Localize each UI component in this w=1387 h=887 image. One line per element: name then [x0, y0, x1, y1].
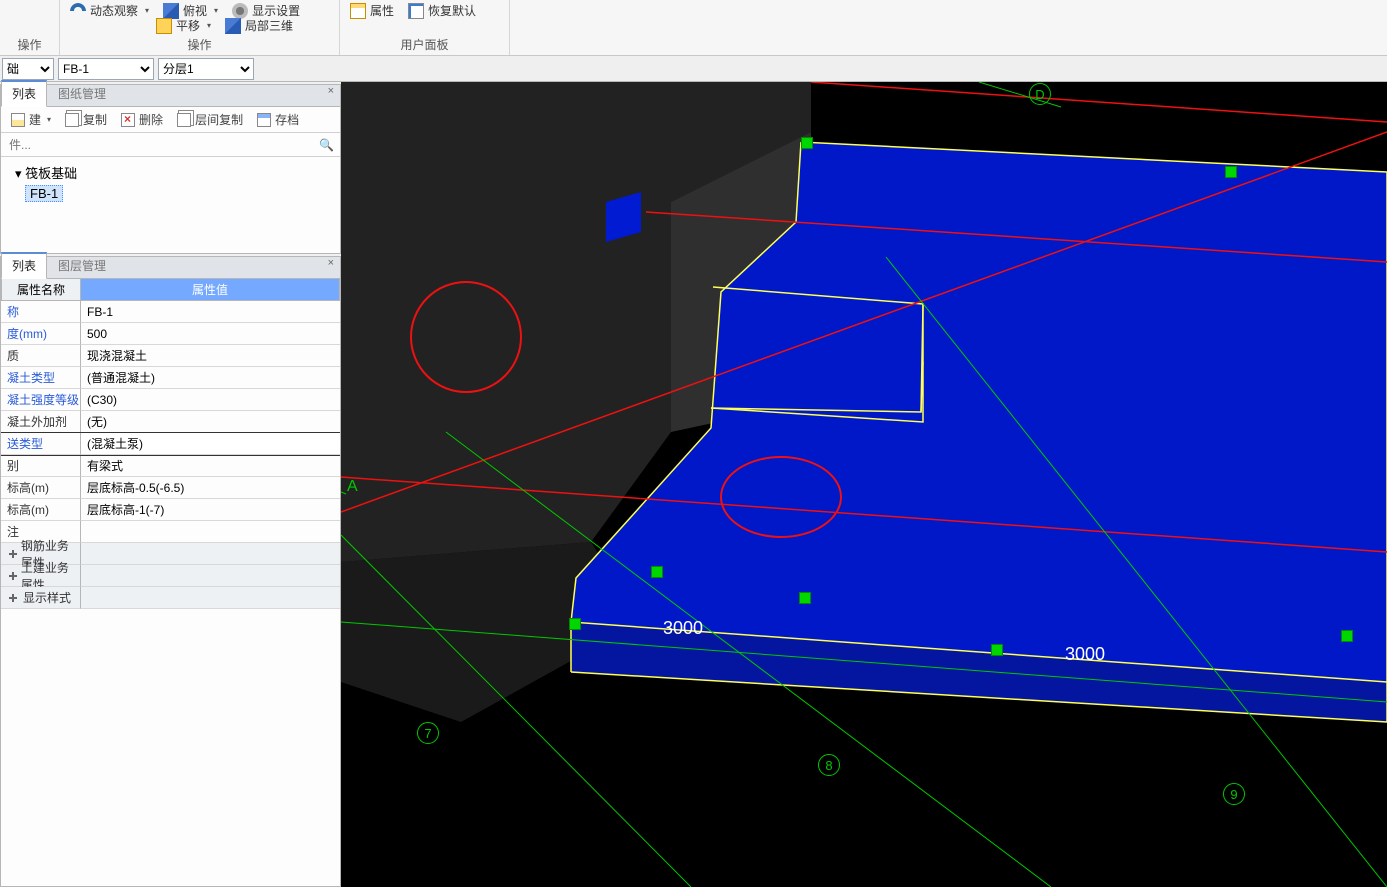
new-icon — [11, 113, 25, 127]
tree-root[interactable]: ▾ 筏板基础 — [7, 161, 334, 184]
prop-name: 别 — [1, 455, 81, 477]
prop-group-value — [81, 565, 340, 587]
search-icon[interactable]: 🔍 — [319, 138, 334, 152]
prop-row[interactable]: 质现浇混凝土 — [1, 345, 340, 367]
prop-row[interactable]: 称FB-1 — [1, 301, 340, 323]
prop-value[interactable]: FB-1 — [81, 301, 340, 323]
expand-icon[interactable] — [7, 570, 17, 582]
tab-layer-manage[interactable]: 图层管理 — [47, 253, 117, 278]
grip[interactable] — [991, 644, 1003, 656]
prop-name: 凝土外加剂 — [1, 411, 81, 433]
select-layer[interactable]: 分层1 — [158, 58, 254, 80]
prop-value[interactable]: (混凝土泵) — [81, 433, 340, 455]
close-icon[interactable]: × — [324, 257, 338, 269]
prop-value[interactable]: 层底标高-1(-7) — [81, 499, 340, 521]
btn-floor-copy[interactable]: 层间复制 — [171, 109, 249, 130]
grip[interactable] — [1341, 630, 1353, 642]
refresh-icon — [70, 3, 86, 19]
axis-bubble-d: D — [1029, 83, 1051, 105]
grip[interactable] — [569, 618, 581, 630]
grip[interactable] — [801, 137, 813, 149]
prop-row[interactable]: 送类型(混凝土泵) — [1, 433, 340, 455]
prop-name: 度(mm) — [1, 323, 81, 345]
prop-header-name: 属性名称 — [1, 279, 81, 301]
grip[interactable] — [1225, 166, 1237, 178]
btn-reset-default[interactable]: 恢复默认 — [408, 2, 476, 19]
delete-icon — [121, 113, 135, 127]
dimension-2: 3000 — [1065, 644, 1105, 665]
prop-value[interactable]: 现浇混凝土 — [81, 345, 340, 367]
axis-label-a: A — [347, 478, 358, 496]
prop-group[interactable]: 土建业务属性 — [1, 565, 340, 587]
prop-row[interactable]: 标高(m)层底标高-0.5(-6.5) — [1, 477, 340, 499]
prop-value[interactable]: (C30) — [81, 389, 340, 411]
toolbar-selects: 础 FB-1 分层1 — [0, 56, 1387, 82]
floorcopy-icon — [177, 113, 191, 127]
select-component[interactable]: FB-1 — [58, 58, 154, 80]
axis-bubble-7: 7 — [417, 722, 439, 744]
ribbon-group-ops0: 操作 — [10, 34, 49, 53]
prop-value[interactable]: (普通混凝土) — [81, 367, 340, 389]
btn-delete[interactable]: 删除 — [115, 109, 169, 130]
properties-icon — [350, 3, 366, 19]
prop-row[interactable]: 凝土强度等级(C30) — [1, 389, 340, 411]
panel-properties: 列表 图层管理 × 属性名称 属性值 称FB-1度(mm)500质现浇混凝土凝土… — [0, 256, 341, 887]
grip[interactable] — [651, 566, 663, 578]
btn-pan[interactable]: 平移 — [156, 17, 211, 34]
prop-name: 标高(m) — [1, 499, 81, 521]
ribbon-group-ops: 操作 — [70, 34, 329, 53]
btn-local3d[interactable]: 局部三维 — [225, 17, 293, 34]
prop-row[interactable]: 凝土外加剂(无) — [1, 411, 340, 433]
ribbon-group-userpanel: 用户面板 — [350, 34, 499, 53]
prop-value[interactable]: 500 — [81, 323, 340, 345]
prop-row[interactable]: 凝土类型(普通混凝土) — [1, 367, 340, 389]
search-input[interactable] — [9, 138, 319, 152]
tree-item-fb1[interactable]: FB-1 — [25, 184, 334, 203]
prop-value[interactable]: 有梁式 — [81, 455, 340, 477]
prop-header-value: 属性值 — [81, 279, 340, 301]
prop-group-value — [81, 587, 340, 609]
prop-group-name: 显示样式 — [1, 587, 81, 609]
prop-group-value — [81, 543, 340, 565]
prop-value[interactable]: 层底标高-0.5(-6.5) — [81, 477, 340, 499]
expand-icon[interactable] — [7, 548, 17, 560]
tab-drawing-manage[interactable]: 图纸管理 — [47, 81, 117, 106]
tab-proplist[interactable]: 列表 — [1, 252, 47, 279]
btn-copy[interactable]: 复制 — [59, 109, 113, 130]
prop-name: 凝土类型 — [1, 367, 81, 389]
axis-bubble-8: 8 — [818, 754, 840, 776]
prop-group[interactable]: 显示样式 — [1, 587, 340, 609]
prop-name: 送类型 — [1, 433, 81, 455]
ribbon: 操作 动态观察 俯视 显示设置 平移 局部三维 操作 属性 恢复默认 用户面板 — [0, 0, 1387, 56]
prop-name: 标高(m) — [1, 477, 81, 499]
btn-archive[interactable]: 存档 — [251, 109, 305, 130]
prop-name: 称 — [1, 301, 81, 323]
panel-component-list: 列表 图纸管理 × 建 复制 删除 层间复制 存档 🔍 ▾ 筏板基础 FB-1 — [0, 84, 341, 254]
grip[interactable] — [799, 592, 811, 604]
prop-row[interactable]: 标高(m)层底标高-1(-7) — [1, 499, 340, 521]
cube-icon — [225, 18, 241, 34]
expand-icon[interactable] — [7, 592, 19, 604]
reset-icon — [408, 3, 424, 19]
copy-icon — [65, 113, 79, 127]
prop-value[interactable]: (无) — [81, 411, 340, 433]
prop-name: 质 — [1, 345, 81, 367]
close-icon[interactable]: × — [324, 85, 338, 97]
prop-group-name: 土建业务属性 — [1, 565, 81, 587]
btn-new[interactable]: 建 — [5, 109, 57, 130]
prop-row[interactable]: 别有梁式 — [1, 455, 340, 477]
tab-list[interactable]: 列表 — [1, 80, 47, 107]
btn-properties[interactable]: 属性 — [350, 2, 394, 19]
prop-name: 凝土强度等级 — [1, 389, 81, 411]
select-category[interactable]: 础 — [2, 58, 54, 80]
archive-icon — [257, 113, 271, 127]
viewport-svg — [341, 82, 1387, 887]
prop-row[interactable]: 度(mm)500 — [1, 323, 340, 345]
pan-icon — [156, 18, 172, 34]
prop-value[interactable] — [81, 521, 340, 543]
viewport-3d[interactable]: A D 7 8 9 3000 3000 — [341, 82, 1387, 887]
dimension-1: 3000 — [663, 618, 703, 639]
axis-bubble-9: 9 — [1223, 783, 1245, 805]
